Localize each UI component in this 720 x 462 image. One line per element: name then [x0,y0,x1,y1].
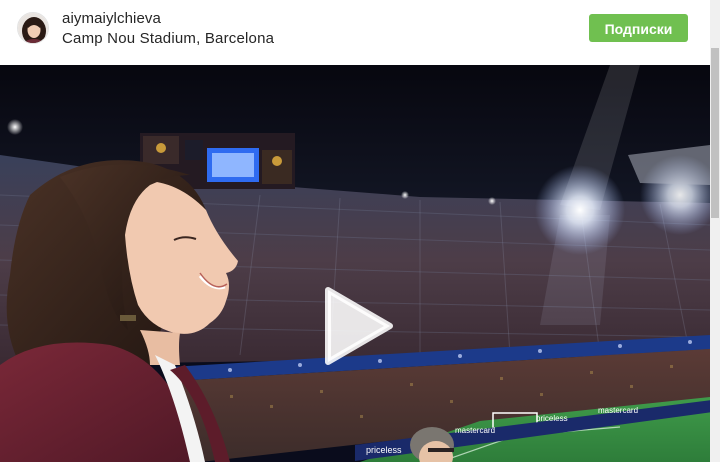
signboard-text: priceless [536,414,568,423]
avatar-image [18,13,48,43]
username-link[interactable]: aiymaiylchieva [62,10,161,27]
post-header: aiymaiylchieva Camp Nou Stadium, Barcelo… [0,0,710,64]
signboard-text: priceless [366,445,402,455]
signboard-text: mastercard [455,426,495,435]
instagram-post: aiymaiylchieva Camp Nou Stadium, Barcelo… [0,0,720,462]
location-link[interactable]: Camp Nou Stadium, Barcelona [62,30,274,47]
video-frame: priceless mastercard priceless mastercar… [0,65,710,462]
play-button[interactable] [322,286,394,366]
scrollbar[interactable] [710,0,720,462]
video-player[interactable]: priceless mastercard priceless mastercar… [0,65,710,462]
signboard-text: mastercard [598,406,638,415]
play-icon [325,287,393,365]
avatar[interactable] [17,12,49,44]
follow-button[interactable]: Подписки [589,14,688,42]
scrollbar-thumb[interactable] [711,48,719,218]
